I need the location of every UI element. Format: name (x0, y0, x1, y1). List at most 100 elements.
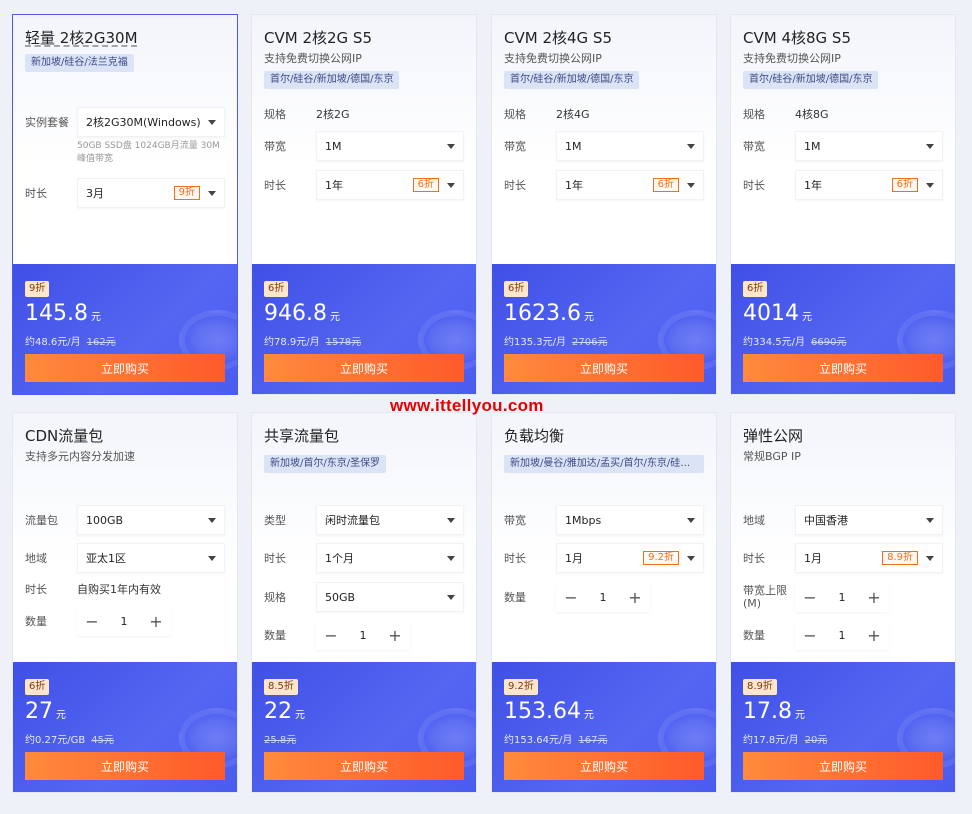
minus-icon[interactable]: − (795, 620, 825, 650)
plus-icon[interactable]: + (859, 582, 889, 612)
buy-button[interactable]: 立即购买 (504, 752, 704, 780)
buy-button[interactable]: 立即购买 (264, 354, 464, 382)
bandwidth-select[interactable]: 1M (795, 131, 943, 161)
region-tag: 新加坡/硅谷/法兰克福 (25, 54, 134, 72)
quantity-row: 数量 − 1 + (25, 606, 225, 636)
product-card-eip[interactable]: 弹性公网 常规BGP IP 地域 中国香港 时长 1月 8.9折 带宽上限(M)… (730, 412, 956, 793)
card-subtitle: 支持多元内容分发加速 (25, 450, 135, 463)
duration-select[interactable]: 1年 6折 (556, 170, 704, 200)
spec-value: 2核2G (316, 108, 350, 121)
region-tag: 首尔/硅谷/新加坡/德国/东京 (743, 71, 879, 89)
region-tag: 新加坡/首尔/东京/圣保罗 (264, 455, 387, 473)
product-card-cvm-4c8g[interactable]: CVM 4核8G S5 支持免费切换公网IP 首尔/硅谷/新加坡/德国/东京 规… (730, 14, 956, 395)
discount-tag: 6折 (652, 178, 679, 192)
plan-select[interactable]: 2核2G30M(Windows) (77, 107, 225, 137)
card-subtitle: 常规BGP IP (743, 450, 801, 463)
duration-select[interactable]: 1个月 (316, 543, 464, 573)
plus-icon[interactable]: + (141, 606, 171, 636)
buy-button[interactable]: 立即购买 (743, 354, 943, 382)
plus-icon[interactable]: + (380, 620, 410, 650)
minus-icon[interactable]: − (556, 582, 586, 612)
minus-icon[interactable]: − (77, 606, 107, 636)
product-card-cdn[interactable]: CDN流量包 支持多元内容分发加速 流量包 100GB 地域 亚太1区 时长 自… (12, 412, 238, 793)
package-select[interactable]: 100GB (77, 505, 225, 535)
original-price: 167元 (578, 735, 608, 746)
spec-row: 规格 50GB (264, 582, 464, 612)
original-price: 1578元 (325, 337, 362, 348)
product-card-cvm-2c4g[interactable]: CVM 2核4G S5 支持免费切换公网IP 首尔/硅谷/新加坡/德国/东京 规… (491, 14, 717, 395)
card-title: CDN流量包 (25, 427, 104, 445)
card-title: 共享流量包 (264, 427, 340, 445)
duration-row: 时长 1年 6折 (743, 170, 943, 200)
region-select[interactable]: 亚太1区 (77, 543, 225, 573)
chevron-down-icon (687, 517, 695, 523)
package-row: 流量包 100GB (25, 505, 225, 535)
minus-icon[interactable]: − (316, 620, 346, 650)
minus-icon[interactable]: − (795, 582, 825, 612)
bandwidth-row: 带宽 1M (264, 131, 464, 161)
product-card-load-balancer[interactable]: 负载均衡 新加坡/曼谷/雅加达/孟买/首尔/东京/硅谷/... 带宽 1Mbps… (491, 412, 717, 793)
buy-button[interactable]: 立即购买 (25, 354, 225, 382)
type-row: 类型 闲时流量包 (264, 505, 464, 535)
duration-value: 自购买1年内有效 (77, 583, 161, 596)
plus-icon[interactable]: + (620, 582, 650, 612)
bandwidth-select[interactable]: 1M (556, 131, 704, 161)
card-title: CVM 2核4G S5 (504, 29, 612, 47)
buy-button[interactable]: 立即购买 (264, 752, 464, 780)
duration-row: 时长 1月 8.9折 (743, 543, 943, 573)
chevron-down-icon (447, 555, 455, 561)
price-panel: 6折 27 元 约0.27元/GB 45元 立即购买 (13, 662, 237, 792)
bandwidth-stepper[interactable]: − 1 + (795, 582, 889, 612)
duration-select[interactable]: 3月 9折 (77, 178, 225, 208)
spec-row: 规格 2核4G (504, 107, 590, 122)
duration-select[interactable]: 1年 6折 (316, 170, 464, 200)
discount-badge: 6折 (25, 679, 50, 695)
region-tag: 首尔/硅谷/新加坡/德国/东京 (504, 71, 640, 89)
buy-button[interactable]: 立即购买 (25, 752, 225, 780)
duration-label: 时长 (25, 186, 47, 200)
region-row: 地域 中国香港 (743, 505, 943, 535)
region-select[interactable]: 中国香港 (795, 505, 943, 535)
product-card-shared-traffic[interactable]: 共享流量包 新加坡/首尔/东京/圣保罗 类型 闲时流量包 时长 1个月 规格 5… (251, 412, 477, 793)
duration-select[interactable]: 1月 9.2折 (556, 543, 704, 573)
duration-row: 时长 1年 6折 (504, 170, 704, 200)
spec-row: 规格 4核8G (743, 107, 829, 122)
buy-button[interactable]: 立即购买 (743, 752, 943, 780)
original-price: 2706元 (572, 337, 608, 348)
discount-tag: 9.2折 (643, 551, 679, 565)
duration-row: 时长 1年 6折 (264, 170, 464, 200)
chevron-down-icon (687, 555, 695, 561)
buy-button[interactable]: 立即购买 (504, 354, 704, 382)
type-select[interactable]: 闲时流量包 (316, 505, 464, 535)
quantity-stepper[interactable]: − 1 + (316, 620, 410, 650)
chevron-down-icon (447, 182, 455, 188)
product-card-cvm-2c2g[interactable]: CVM 2核2G S5 支持免费切换公网IP 首尔/硅谷/新加坡/德国/东京 规… (251, 14, 477, 395)
chevron-down-icon (208, 517, 216, 523)
bandwidth-select[interactable]: 1M (316, 131, 464, 161)
product-card-lighthouse[interactable]: 轻量 2核2G30M 新加坡/硅谷/法兰克福 实例套餐 2核2G30M(Wind… (12, 14, 238, 395)
price-panel: 6折 4014 元 约334.5元/月 6690元 立即购买 (731, 264, 955, 394)
quantity-stepper[interactable]: − 1 + (556, 582, 650, 612)
duration-select[interactable]: 1年 6折 (795, 170, 943, 200)
chevron-down-icon (208, 119, 216, 125)
chevron-down-icon (687, 182, 695, 188)
chevron-down-icon (926, 555, 934, 561)
spec-value: 2核4G (556, 108, 590, 121)
bandwidth-select[interactable]: 1Mbps (556, 505, 704, 535)
discount-badge: 9.2折 (504, 679, 538, 695)
quantity-stepper[interactable]: − 1 + (77, 606, 171, 636)
quantity-row: 数量 − 1 + (743, 620, 943, 650)
card-title: CVM 4核8G S5 (743, 29, 851, 47)
bandwidth-limit-row: 带宽上限(M) − 1 + (743, 582, 943, 612)
plus-icon[interactable]: + (859, 620, 889, 650)
card-title: 轻量 2核2G30M (25, 29, 138, 47)
price-panel: 9折 145.8 元 约48.6元/月 162元 立即购买 (13, 264, 237, 394)
original-price: 162元 (86, 337, 116, 348)
original-price: 20元 (804, 735, 828, 746)
quantity-stepper[interactable]: − 1 + (795, 620, 889, 650)
spec-select[interactable]: 50GB (316, 582, 464, 612)
duration-row: 时长 1月 9.2折 (504, 543, 704, 573)
price-panel: 9.2折 153.64 元 约153.64元/月 167元 立即购买 (492, 662, 716, 792)
card-subtitle: 支持免费切换公网IP (264, 52, 362, 65)
duration-select[interactable]: 1月 8.9折 (795, 543, 943, 573)
